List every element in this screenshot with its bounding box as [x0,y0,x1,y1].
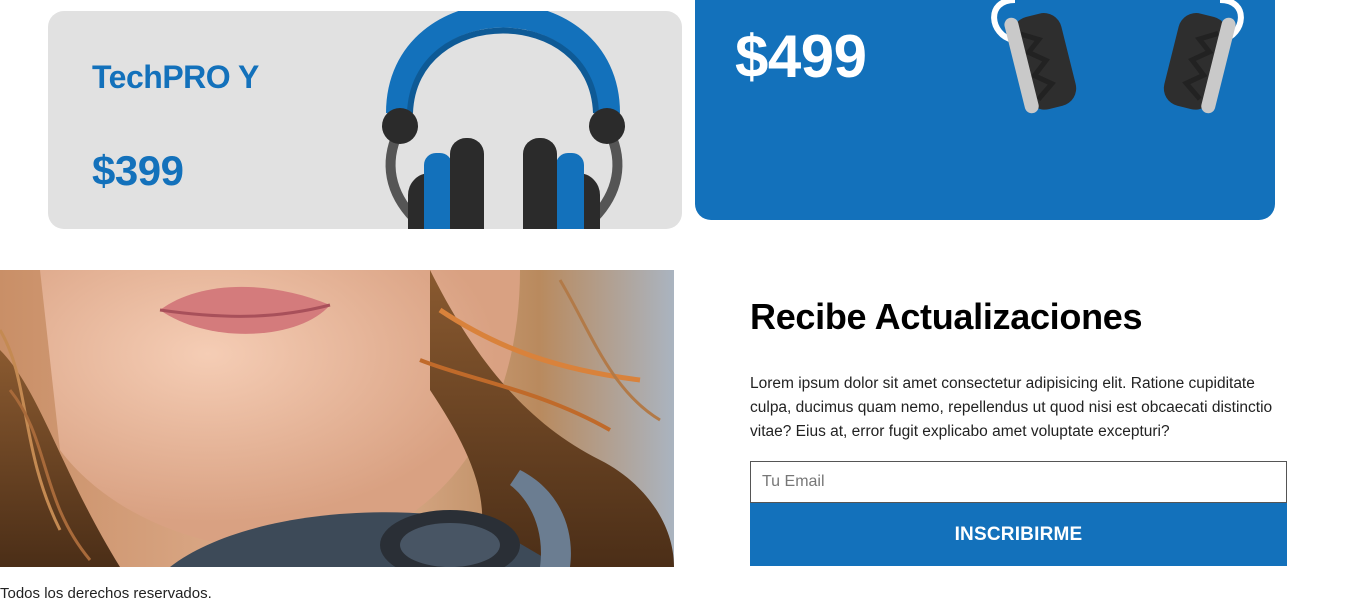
product-price: $399 [92,147,184,194]
product-card-techpro-y[interactable]: TechPRO Y $399 [48,11,682,229]
product-price: $499 [735,23,867,90]
photo-image [0,270,674,567]
product-card-blue[interactable]: $499 [695,0,1275,220]
footer-copyright: Todos los derechos reservados. [0,585,212,602]
hero-photo-woman-headphones [0,270,674,567]
newsletter-title: Recibe Actualizaciones [750,296,1143,337]
newsletter-description: Lorem ipsum dolor sit amet consectetur a… [750,375,1273,440]
newsletter-section: Recibe Actualizaciones Lorem ipsum dolor… [750,296,1287,566]
product-name: TechPRO Y [92,59,259,95]
subscribe-button[interactable]: INSCRIBIRME [750,503,1287,566]
headphones-front-icon [382,11,625,229]
headphones-side-icon [991,0,1244,114]
email-field[interactable] [750,461,1287,503]
